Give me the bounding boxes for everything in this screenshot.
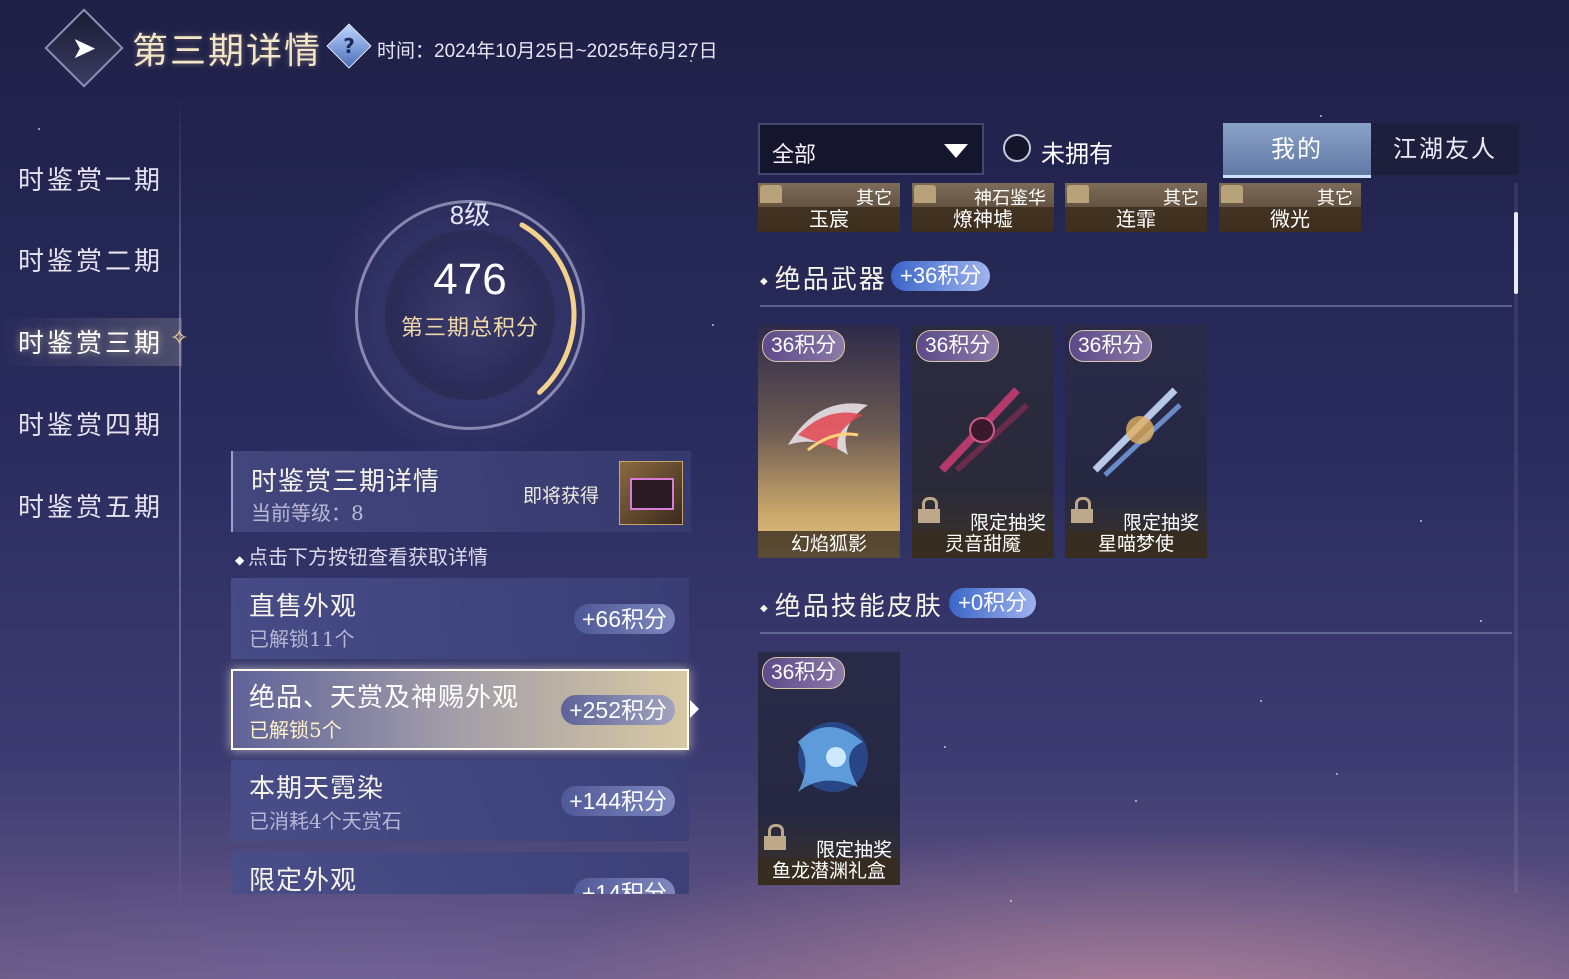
nav-item-period-5[interactable]: 时鉴赏五期 [18,487,163,524]
period-detail-card: 时鉴赏三期详情 当前等级：8 即将获得 [231,451,691,532]
category-points: +252积分 [561,695,675,725]
fox-flame-weapon-icon [788,403,868,455]
category-points: +144积分 [561,786,675,816]
lock-icon [1221,185,1243,203]
item-name: 星喵梦使 [1065,531,1207,558]
back-button[interactable]: ➤ [44,8,124,88]
weapon-card[interactable]: 36积分 限定抽奖 星喵梦使 [1065,325,1207,558]
category-clip: 限定外观 +14积分 [231,852,689,894]
nav-item-period-2[interactable]: 时鉴赏二期 [18,241,163,278]
back-arrow-icon: ➤ [71,30,97,66]
total-score: 476 [433,255,507,304]
category-sub: 已解锁11个 [249,627,355,651]
outfit-card[interactable]: 神石鉴华 燎神墟 [912,183,1054,232]
active-marker-icon: ✧ [170,326,189,351]
detail-title: 时鉴赏三期详情 [251,467,441,497]
filter-select-value: 全部 [772,143,817,168]
lock-icon [764,824,786,850]
lock-icon [1071,497,1093,523]
card-name: 微光 [1219,207,1361,232]
nav-divider [179,92,181,922]
weapon-card[interactable]: 36积分 幻焰狐影 [758,325,900,558]
section-title-weapons: 绝品武器 [760,259,887,296]
lock-icon [1067,185,1089,203]
upcoming-label: 即将获得 [523,485,600,507]
nav-item-period-3[interactable]: 时鉴赏三期 [18,323,163,360]
points-badge: 36积分 [762,657,846,689]
section-points: +36积分 [891,261,991,291]
points-badge: 36积分 [1069,330,1153,362]
outfit-card[interactable]: 其它 连霏 [1065,183,1207,232]
unowned-radio[interactable] [1003,134,1031,162]
time-range: 时间：2024年10月25日~2025年6月27日 [377,41,718,62]
score-label: 第三期总积分 [400,316,539,341]
category-title: 本期天霓染 [249,774,385,804]
outfit-card[interactable]: 其它 玉宸 [758,183,900,232]
category-limited[interactable]: 限定外观 +14积分 [231,852,689,894]
item-name: 灵音甜魇 [912,531,1054,558]
filter-select[interactable]: 全部 [758,123,984,175]
score-ring: 8级 476 第三期总积分 [300,150,640,480]
category-sub: 已消耗4个天赏石 [249,809,402,833]
weapon-card[interactable]: 36积分 限定抽奖 灵音甜魇 [912,325,1054,558]
category-sub: 已解锁5个 [249,718,342,742]
selected-arrow-icon [690,700,699,718]
section-divider [760,305,1512,307]
scrollbar-thumb[interactable] [1514,212,1518,294]
tab-friends[interactable]: 江湖友人 [1371,123,1519,175]
category-title: 限定外观 [249,866,358,894]
section-title-skill-skins: 绝品技能皮肤 [760,586,943,623]
upcoming-reward-thumbnail[interactable] [619,461,683,525]
card-name: 玉宸 [758,207,900,232]
item-name: 鱼龙潜渊礼盒 [758,858,900,885]
outfit-card[interactable]: 其它 微光 [1219,183,1361,232]
category-direct-sale[interactable]: 直售外观 已解锁11个 +66积分 [231,578,689,659]
lock-icon [760,185,782,203]
unowned-label[interactable]: 未拥有 [1041,134,1113,169]
points-badge: 36积分 [762,330,846,362]
page-title: 第三期详情 [132,31,323,72]
category-points: +14积分 [573,878,675,894]
skill-skin-card[interactable]: 36积分 限定抽奖 鱼龙潜渊礼盒 [758,652,900,885]
card-name: 燎神墟 [912,207,1054,232]
help-icon[interactable]: ? [326,23,372,69]
card-name: 连霏 [1065,207,1207,232]
fish-dragon-skin-icon [798,722,868,792]
points-badge: 36积分 [916,330,1000,362]
tab-mine[interactable]: 我的 [1223,123,1371,178]
level-label: 8级 [449,200,491,230]
section-divider [760,632,1512,634]
chevron-down-icon [944,144,968,158]
nav-item-period-4[interactable]: 时鉴赏四期 [18,405,163,442]
star-blade-weapon-icon [1092,387,1182,477]
category-points: +66积分 [573,604,675,634]
category-title: 直售外观 [249,592,358,622]
current-level: 当前等级：8 [251,501,364,525]
item-name: 幻焰狐影 [758,531,900,558]
nav-item-period-1[interactable]: 时鉴赏一期 [18,160,163,197]
category-dye[interactable]: 本期天霓染 已消耗4个天赏石 +144积分 [231,760,689,841]
section-points: +0积分 [949,588,1037,618]
lock-icon [918,497,940,523]
category-premium[interactable]: 绝品、天赏及神赐外观 已解锁5个 +252积分 [231,669,689,750]
category-title: 绝品、天赏及神赐外观 [249,683,520,713]
hint-text: 点击下方按钮查看获取详情 [235,541,488,570]
dark-blade-weapon-icon [939,387,1030,473]
lock-icon [914,185,936,203]
